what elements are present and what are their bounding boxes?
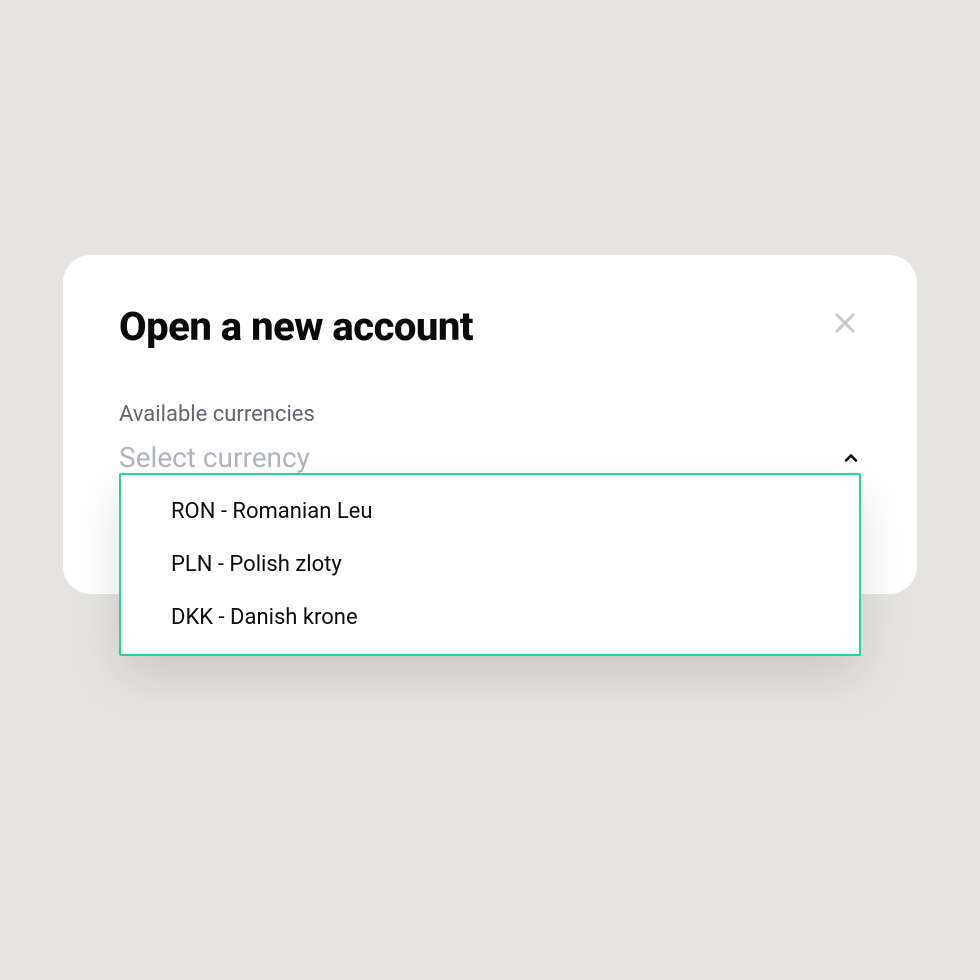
currency-option-ron[interactable]: RON - Romanian Leu [121,485,859,538]
chevron-up-icon [841,448,861,468]
currency-field: Available currencies Select currency [119,402,861,474]
modal-header: Open a new account [119,303,861,350]
currency-select-placeholder: Select currency [119,441,310,474]
modal-title: Open a new account [119,303,473,350]
open-account-modal: Open a new account Available currencies … [63,255,917,594]
currency-option-pln[interactable]: PLN - Polish zloty [121,538,859,591]
currency-field-label: Available currencies [119,402,861,427]
currency-select[interactable]: Select currency [119,441,861,474]
currency-dropdown: RON - Romanian Leu PLN - Polish zloty DK… [119,473,861,656]
close-button[interactable] [829,307,861,339]
currency-option-dkk[interactable]: DKK - Danish krone [121,591,859,644]
close-icon [831,309,859,337]
